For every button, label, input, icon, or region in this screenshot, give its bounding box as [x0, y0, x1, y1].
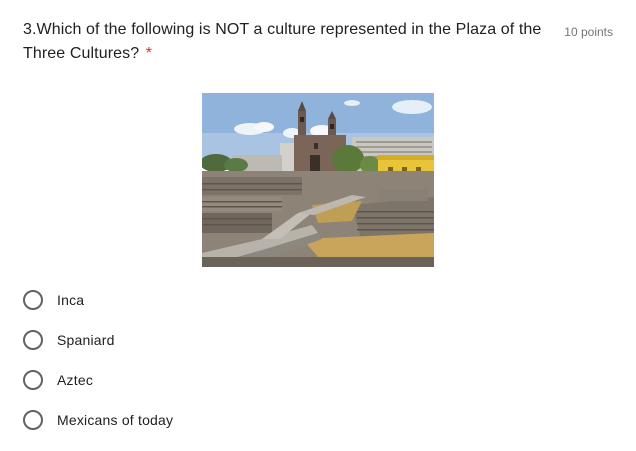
question-image — [202, 93, 434, 267]
options-list: Inca Spaniard Aztec Mexicans of today — [23, 280, 423, 440]
question-card: 3.Which of the following is NOT a cultur… — [0, 0, 636, 451]
option-label: Inca — [57, 292, 85, 308]
required-marker: * — [145, 45, 153, 62]
radio-button[interactable] — [23, 370, 43, 390]
option-aztec[interactable]: Aztec — [23, 360, 423, 400]
points-label: 10 points — [564, 25, 613, 39]
option-spaniard[interactable]: Spaniard — [23, 320, 423, 360]
option-inca[interactable]: Inca — [23, 280, 423, 320]
option-mexicans-of-today[interactable]: Mexicans of today — [23, 400, 423, 440]
option-label: Spaniard — [57, 332, 115, 348]
radio-button[interactable] — [23, 410, 43, 430]
radio-button[interactable] — [23, 330, 43, 350]
radio-button[interactable] — [23, 290, 43, 310]
option-label: Mexicans of today — [57, 412, 174, 428]
question-text: 3.Which of the following is NOT a cultur… — [23, 21, 542, 62]
option-label: Aztec — [57, 372, 94, 388]
question-title: 3.Which of the following is NOT a cultur… — [23, 18, 553, 66]
